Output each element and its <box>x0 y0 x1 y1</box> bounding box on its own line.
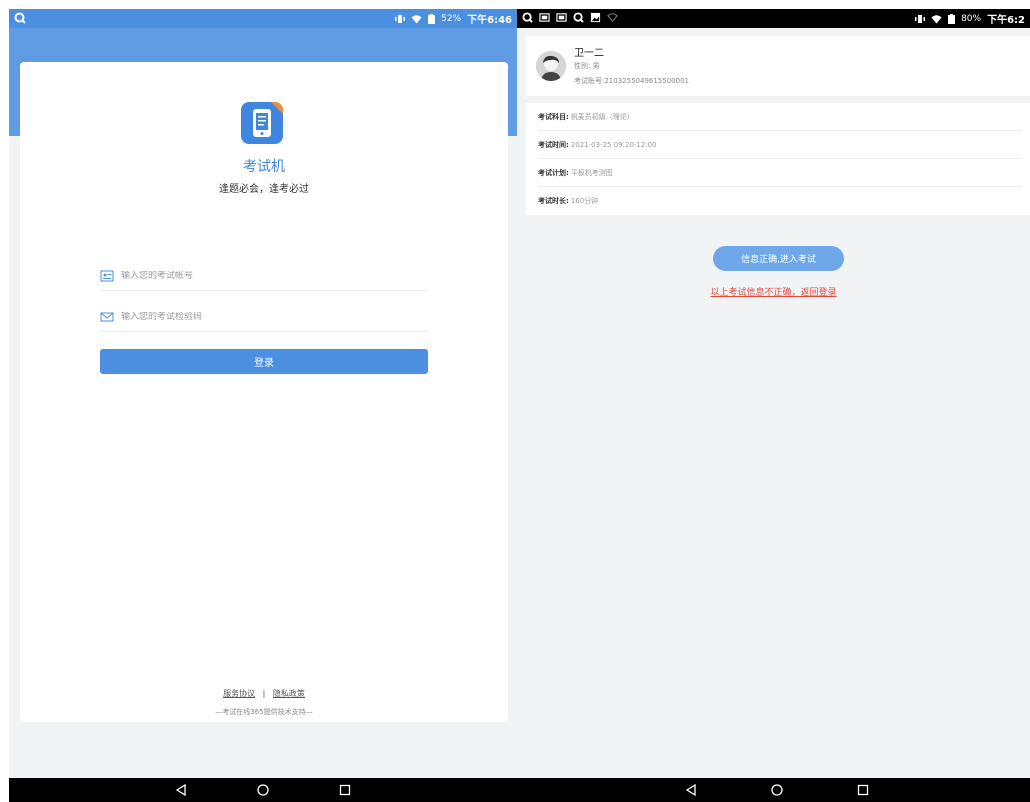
search-icon <box>522 12 533 23</box>
login-screen: 52% 下午6:46 考试机 逢题必会，逢考必过 输入您的考试帐号 输入您的考试… <box>9 9 517 802</box>
account-card-icon <box>100 270 114 281</box>
recents-icon[interactable] <box>338 783 352 797</box>
info-value: 160分钟 <box>570 197 599 205</box>
back-icon[interactable] <box>174 783 188 797</box>
info-row-time: 考试时间: 2021-03-25 09:20-12:00 <box>538 131 1022 159</box>
home-icon[interactable] <box>256 783 270 797</box>
info-value: 平板机考测图 <box>570 168 613 177</box>
vibrate-icon <box>915 14 926 23</box>
service-agreement-link[interactable]: 服务协议 <box>223 689 255 698</box>
recents-icon[interactable] <box>856 783 870 797</box>
vibrate-icon <box>395 14 406 23</box>
status-indicators: 52% 下午6:46 <box>395 11 512 26</box>
status-bar: 52% 下午6:46 <box>9 9 517 28</box>
info-key: 考试科目: <box>538 112 569 121</box>
mail-icon <box>100 312 114 321</box>
navigation-bar <box>517 778 1030 802</box>
clock: 下午6:2 <box>987 15 1025 26</box>
login-button[interactable]: 登录 <box>100 349 428 374</box>
status-indicators: 80% 下午6:2 <box>915 11 1025 26</box>
battery-icon <box>428 13 436 24</box>
candidate-profile: 卫一二 性别: 男 考试账号:2103255049615500001 <box>526 36 1030 96</box>
gallery-icon <box>539 13 550 22</box>
wifi-icon <box>931 14 942 23</box>
footer-links: 服务协议 | 隐私政策 <box>20 688 508 699</box>
exam-info-screen: 80% 下午6:2 卫一二 性别: 男 考试账号:210325504961550… <box>517 9 1030 802</box>
enter-exam-button[interactable]: 信息正确,进入考试 <box>713 246 844 271</box>
candidate-account: 考试账号:2103255049615500001 <box>574 77 689 85</box>
code-input[interactable] <box>121 311 411 322</box>
wifi-off-icon <box>607 13 618 22</box>
login-card: 考试机 逢题必会，逢考必过 登录 服务协议 | 隐私政策 —考试在线365提供技… <box>20 62 508 722</box>
info-key: 考试计划: <box>538 168 569 177</box>
info-row-duration: 考试时长: 160分钟 <box>538 187 1022 215</box>
info-row-plan: 考试计划: 平板机考测图 <box>538 159 1022 187</box>
exam-info-list: 考试科目: 帆麦员初级（理论） 考试时间: 2021-03-25 09:20-1… <box>526 103 1030 215</box>
support-note: —考试在线365提供技术支持— <box>215 708 313 716</box>
home-icon[interactable] <box>770 783 784 797</box>
info-key: 考试时长: <box>538 197 569 205</box>
search-icon <box>14 12 26 24</box>
info-key: 考试时间: <box>538 140 569 149</box>
candidate-name: 卫一二 <box>574 48 604 59</box>
search-icon <box>573 12 584 23</box>
avatar <box>536 51 566 81</box>
gallery-icon <box>556 13 567 22</box>
status-bar: 80% 下午6:2 <box>517 9 1030 28</box>
privacy-policy-link[interactable]: 隐私政策 <box>273 689 305 698</box>
app-title: 考试机 <box>243 159 285 175</box>
clock: 下午6:46 <box>467 15 512 26</box>
wifi-icon <box>411 14 422 23</box>
battery-level: 52% <box>441 13 462 24</box>
image-icon <box>590 12 601 23</box>
account-field[interactable] <box>100 261 428 291</box>
battery-icon <box>948 13 956 24</box>
info-value: 2021-03-25 09:20-12:00 <box>570 140 657 149</box>
account-input[interactable] <box>121 270 411 281</box>
code-field[interactable] <box>100 302 428 332</box>
navigation-bar <box>9 778 517 802</box>
info-row-subject: 考试科目: 帆麦员初级（理论） <box>538 103 1022 131</box>
footer-separator: | <box>262 689 266 698</box>
info-value: 帆麦员初级（理论） <box>570 112 634 121</box>
back-icon[interactable] <box>684 783 698 797</box>
candidate-gender: 性别: 男 <box>574 62 600 70</box>
battery-level: 80% <box>961 13 982 24</box>
notification-icons <box>522 12 618 23</box>
back-to-login-link[interactable]: 以上考试信息不正确，返回登录 <box>517 285 1030 298</box>
app-logo-icon <box>241 102 283 144</box>
app-slogan: 逢题必会，逢考必过 <box>219 184 309 195</box>
